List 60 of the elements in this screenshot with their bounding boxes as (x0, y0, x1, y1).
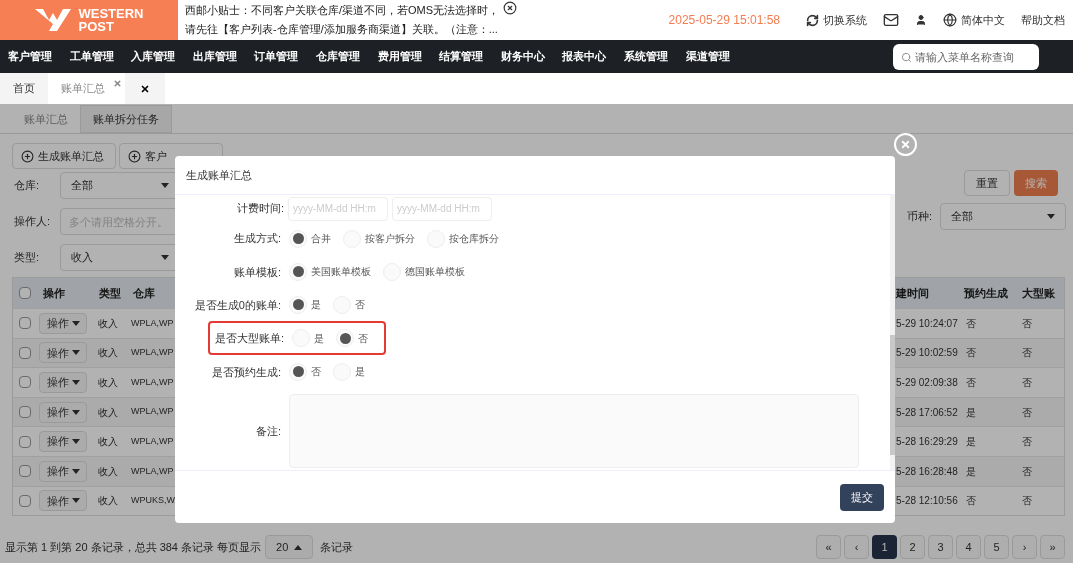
filter-label: 币种: (906, 209, 932, 225)
field-label: 备注: (254, 423, 282, 439)
field-label: 生成方式: (232, 231, 282, 247)
filter-label: 类型: (13, 250, 41, 266)
table-cell-text: 收入 (97, 376, 119, 390)
table-cell-text: 收入 (97, 435, 119, 450)
field-label: 是否预约生成: (210, 364, 282, 380)
table-cell-text: 收入 (97, 346, 119, 361)
table-cell-text: 5-28 17:06:52 (895, 405, 959, 420)
notice-text: 请先往【客户列表-仓库管理/添加服务商渠道】关联。（注意：... (185, 22, 495, 37)
table-cell-text: 5-29 02:09:38 (895, 376, 959, 390)
table-cell-text: WPLA,WP (130, 405, 174, 419)
table-cell-text: 否 (1021, 316, 1033, 331)
table-cell-text: 5-29 10:24:07 (895, 316, 959, 331)
table-cell-text: 收入 (97, 316, 119, 331)
column-header: 操作 (42, 285, 66, 301)
table-cell-text: WPLA,WP (130, 434, 174, 448)
table-cell-text: 5-29 10:02:59 (895, 346, 959, 361)
column-header: 类型 (98, 285, 122, 301)
field-label: 是否大型账单: (213, 331, 285, 347)
column-header: 预约生成 (963, 285, 1009, 301)
column-header: 建时间 (894, 285, 930, 301)
table-cell-text: 是 (965, 464, 977, 479)
table-cell-text: 否 (1021, 494, 1033, 509)
table-cell-text: 否 (1021, 405, 1033, 420)
table-cell-text: 收入 (97, 405, 119, 420)
table-cell-text: 5-28 16:29:29 (895, 435, 959, 450)
column-header: 仓库 (132, 285, 156, 301)
table-cell-text: WPLA,WP (130, 375, 174, 389)
field-label: 是否生成0的账单: (193, 297, 282, 313)
table-cell-text: 收入 (97, 494, 119, 509)
table-cell-text: 否 (965, 494, 977, 509)
table-cell-text: 否 (965, 346, 977, 361)
logo-text: WESTERN (78, 7, 144, 20)
table-cell-text: 是 (965, 435, 977, 450)
table-cell-text: 否 (965, 376, 977, 390)
table-cell-text: 是 (965, 405, 977, 420)
pagination-summary: 显示第 1 到第 20 条记录，总共 384 条记录 每页显示 (5, 539, 262, 555)
filter-label: 操作人: (13, 214, 52, 230)
table-cell-text: 5-28 16:28:48 (895, 464, 959, 479)
datetime: 2025-05-29 15:01:58 (668, 12, 780, 29)
pagination-suffix: 条记录 (320, 539, 354, 555)
notice-text: 西邮小贴士：不同客户关联仓库/渠道不同，若OMS无法选择时， (185, 3, 495, 18)
table-cell-text: 否 (1021, 376, 1033, 390)
table-cell-text: 否 (965, 316, 977, 331)
field-label: 计费时间: (235, 201, 285, 217)
table-cell-text: 5-28 12:10:56 (895, 494, 959, 509)
table-cell-text: WPUKS,W (130, 494, 175, 508)
filter-label: 仓库: (13, 178, 41, 194)
logo-text: POST (78, 20, 115, 33)
field-label: 账单模板: (232, 264, 282, 280)
table-cell-text: 收入 (97, 464, 119, 479)
table-cell-text: 否 (1021, 435, 1033, 450)
table-cell-text: WPLA,WP (130, 316, 174, 330)
table-cell-text: WPLA,WP (130, 464, 174, 478)
table-cell-text: 否 (1021, 346, 1033, 361)
table-cell-text: 否 (1021, 464, 1033, 479)
dialog-title: 生成账单汇总 (186, 167, 252, 183)
column-header: 大型账 (1021, 285, 1056, 301)
table-cell-text: WPLA,WP (130, 346, 174, 360)
